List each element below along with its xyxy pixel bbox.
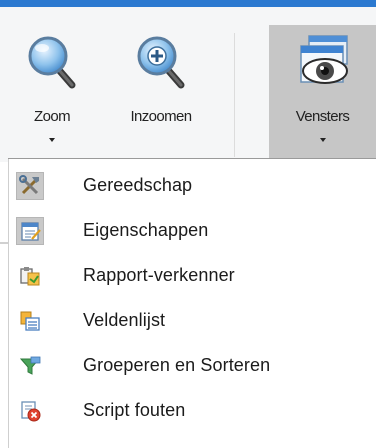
properties-icon [16,217,44,245]
group-sort-icon [16,352,44,380]
windows-dropdown-menu: Gereedschap Eigenschappen Rapport-verken… [8,158,376,448]
zoom-button[interactable]: Zoom [18,21,86,161]
menu-item-report-explorer[interactable]: Rapport-verkenner [9,256,376,296]
windows-eye-icon [295,33,351,96]
windows-label: Vensters [295,108,350,125]
menu-item-toolbox[interactable]: Gereedschap [9,166,376,206]
zoom-label: Zoom [34,108,71,125]
menu-item-properties[interactable]: Eigenschappen [9,211,376,251]
toolbox-icon [16,172,44,200]
zoom-in-icon [135,33,187,96]
chevron-down-icon [49,138,55,142]
menu-item-label: Groeperen en Sorteren [83,355,271,375]
menu-item-group-sort[interactable]: Groeperen en Sorteren [9,346,376,386]
zoom-in-button[interactable]: Inzoomen [114,21,208,161]
menu-top-border [8,158,376,159]
chevron-down-icon [319,138,326,142]
field-list-icon [16,307,44,335]
menu-item-script-errors[interactable]: Script fouten [9,391,376,431]
menu-item-label: Eigenschappen [83,220,209,240]
menu-item-label: Gereedschap [83,175,193,195]
menu-item-label: Rapport-verkenner [83,265,235,285]
title-accent-bar [0,0,376,7]
ribbon: Zoom Inzoomen Vensters [0,7,376,165]
ribbon-separator [234,33,235,157]
divider [0,242,8,244]
script-errors-icon [16,397,44,425]
windows-button[interactable]: Vensters [269,25,376,165]
menu-item-label: Script fouten [83,400,186,420]
report-explorer-icon [16,262,44,290]
menu-item-field-list[interactable]: Veldenlijst [9,301,376,341]
zoom-in-label: Inzoomen [130,108,192,125]
zoom-icon [26,33,78,96]
menu-item-label: Veldenlijst [83,310,166,330]
